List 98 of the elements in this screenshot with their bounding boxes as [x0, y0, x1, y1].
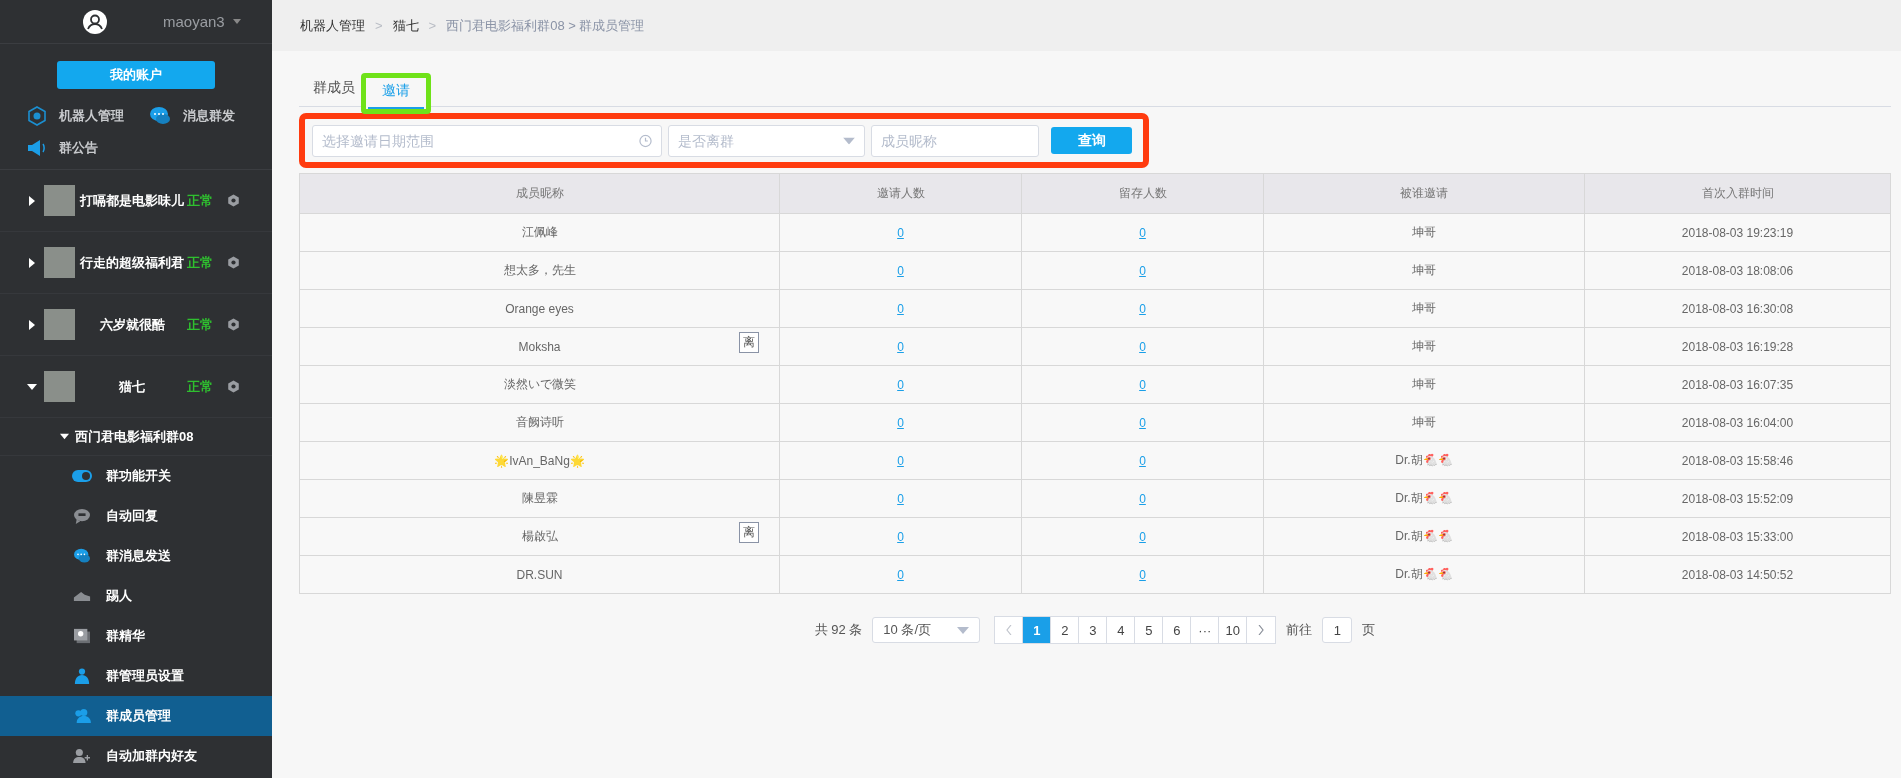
join-time-text: 2018-08-03 18:08:06 — [1681, 263, 1794, 278]
bot-name[interactable]: 六岁就很酷 — [79, 315, 185, 334]
leave-select[interactable]: 是否离群 — [668, 124, 865, 157]
inviter-text: Dr.胡🐔🐔 — [1395, 491, 1453, 505]
menu-item[interactable]: 踢人 — [0, 576, 272, 616]
inviter-text: 坤哥 — [1412, 377, 1436, 391]
status-label: 正常 — [187, 253, 214, 272]
avatar-photo — [44, 185, 75, 216]
menu-item[interactable]: 群精华 — [0, 616, 272, 656]
goto-label: 前往 — [1286, 621, 1313, 639]
inviter-text: 坤哥 — [1412, 301, 1436, 315]
inviter-text: Dr.胡🐔🐔 — [1395, 567, 1453, 581]
nav-item[interactable]: 消息群发 — [149, 104, 271, 128]
tab[interactable]: 群成员 — [313, 71, 355, 106]
join-time-text: 2018-08-03 16:04:00 — [1681, 415, 1794, 430]
inviter-text: 坤哥 — [1412, 225, 1436, 239]
settings-icon[interactable] — [227, 194, 240, 207]
expand-arrow-icon[interactable] — [27, 195, 37, 206]
join-time-text: 2018-08-03 15:33:00 — [1681, 529, 1794, 544]
left-group-badge: 离 — [739, 332, 759, 353]
nickname-text: 楊啟弘 — [521, 529, 558, 543]
hexagon-icon — [27, 106, 47, 126]
megaphone-icon — [27, 138, 47, 157]
inviter-text: Dr.胡🐔🐔 — [1395, 453, 1453, 467]
join-time-text: 2018-08-03 16:07:35 — [1681, 377, 1794, 392]
clock-icon — [639, 134, 652, 147]
speech-bubble-icon — [73, 508, 91, 524]
people-icon — [73, 668, 91, 684]
chat-bubbles-icon — [149, 106, 171, 126]
avatar-photo — [44, 247, 75, 278]
avatar-photo — [44, 309, 75, 340]
join-time-text: 2018-08-03 15:58:46 — [1681, 453, 1794, 468]
user-name[interactable]: maoyan3 — [163, 13, 225, 30]
caret-icon[interactable] — [232, 19, 241, 24]
status-label: 正常 — [187, 377, 214, 396]
column-header: 邀请人数 — [876, 186, 925, 200]
nickname-text: 淡然いで微笑 — [503, 377, 576, 391]
users-icon — [73, 708, 91, 724]
nickname-text: DR.SUN — [516, 567, 563, 582]
inviter-text: Dr.胡🐔🐔 — [1395, 529, 1453, 543]
page-suffix: 页 — [1362, 621, 1376, 639]
settings-icon[interactable] — [227, 256, 240, 269]
total-count: 共 92 条 — [814, 621, 863, 639]
join-time-text: 2018-08-03 16:19:28 — [1681, 339, 1794, 354]
menu-item[interactable]: 群功能开关 — [0, 456, 272, 496]
inviter-text: 坤哥 — [1412, 415, 1436, 429]
avatar-photo — [44, 371, 75, 402]
nickname-text: 江佩峰 — [521, 225, 558, 239]
column-header: 首次入群时间 — [1701, 186, 1774, 200]
status-label: 正常 — [187, 315, 214, 334]
breadcrumb-separator: > — [375, 18, 383, 33]
column-header: 成员昵称 — [515, 186, 564, 200]
nav-item[interactable]: 机器人管理 — [27, 104, 149, 128]
user-avatar-icon — [83, 9, 107, 34]
nickname-text: 想太多，先生 — [503, 263, 576, 277]
nickname-text: 陳昱霖 — [521, 491, 558, 505]
join-time-text: 2018-08-03 19:23:19 — [1681, 225, 1794, 240]
nickname-text: 音阙诗听 — [515, 415, 564, 429]
chevron-right-icon — [1258, 625, 1265, 635]
column-header: 留存人数 — [1118, 186, 1167, 200]
menu-item[interactable]: 自动加群内好友 — [0, 736, 272, 776]
nickname-text: 🌟IvAn_BaNg🌟 — [494, 453, 585, 468]
nickname-text: Moksha — [518, 339, 561, 354]
status-label: 正常 — [187, 191, 214, 210]
settings-icon[interactable] — [227, 318, 240, 331]
collapse-arrow-icon[interactable] — [27, 381, 37, 392]
join-time-text: 2018-08-03 14:50:52 — [1681, 567, 1794, 582]
bot-name[interactable]: 打嗝都是电影味儿 — [79, 191, 185, 210]
breadcrumb-separator: > — [428, 18, 437, 33]
collapse-arrow-icon[interactable] — [60, 432, 69, 441]
bot-name[interactable]: 猫七 — [79, 377, 185, 396]
join-time-text: 2018-08-03 15:52:09 — [1681, 491, 1794, 506]
menu-item[interactable]: 群管理员设置 — [0, 656, 272, 696]
page-size-select[interactable]: 10 条/页 — [872, 617, 981, 643]
nickname-text: Orange eyes — [505, 301, 574, 316]
nickname-field[interactable]: 成员昵称 — [871, 124, 1039, 157]
page-number-field[interactable]: 1 — [1322, 617, 1353, 643]
left-group-badge: 离 — [739, 522, 759, 543]
chevron-left-icon — [1005, 625, 1012, 635]
inviter-text: 坤哥 — [1412, 263, 1436, 277]
menu-item[interactable]: 自动回复 — [0, 496, 272, 536]
group-name[interactable]: 西门君电影福利群08 — [75, 427, 194, 446]
breadcrumb-item[interactable]: 机器人管理 — [300, 16, 365, 35]
inviter-text: 坤哥 — [1412, 339, 1436, 353]
menu-item[interactable]: 群成员管理 — [0, 696, 272, 736]
toggle-icon — [72, 470, 92, 482]
settings-icon[interactable] — [227, 380, 240, 393]
join-time-text: 2018-08-03 16:30:08 — [1681, 301, 1794, 316]
menu-item[interactable]: 群消息发送 — [0, 536, 272, 576]
column-header: 被谁邀请 — [1400, 186, 1448, 200]
add-user-icon — [73, 748, 91, 764]
breadcrumb-item[interactable]: 猫七 — [392, 16, 419, 35]
expand-arrow-icon[interactable] — [27, 319, 37, 330]
bot-name[interactable]: 行走的超级福利君 — [79, 253, 185, 272]
expand-arrow-icon[interactable] — [27, 257, 37, 268]
chat-bubbles-icon — [73, 548, 91, 564]
nav-item[interactable]: 群公告 — [27, 135, 149, 160]
date-range-field[interactable]: 选择邀请日期范围 — [312, 124, 662, 157]
